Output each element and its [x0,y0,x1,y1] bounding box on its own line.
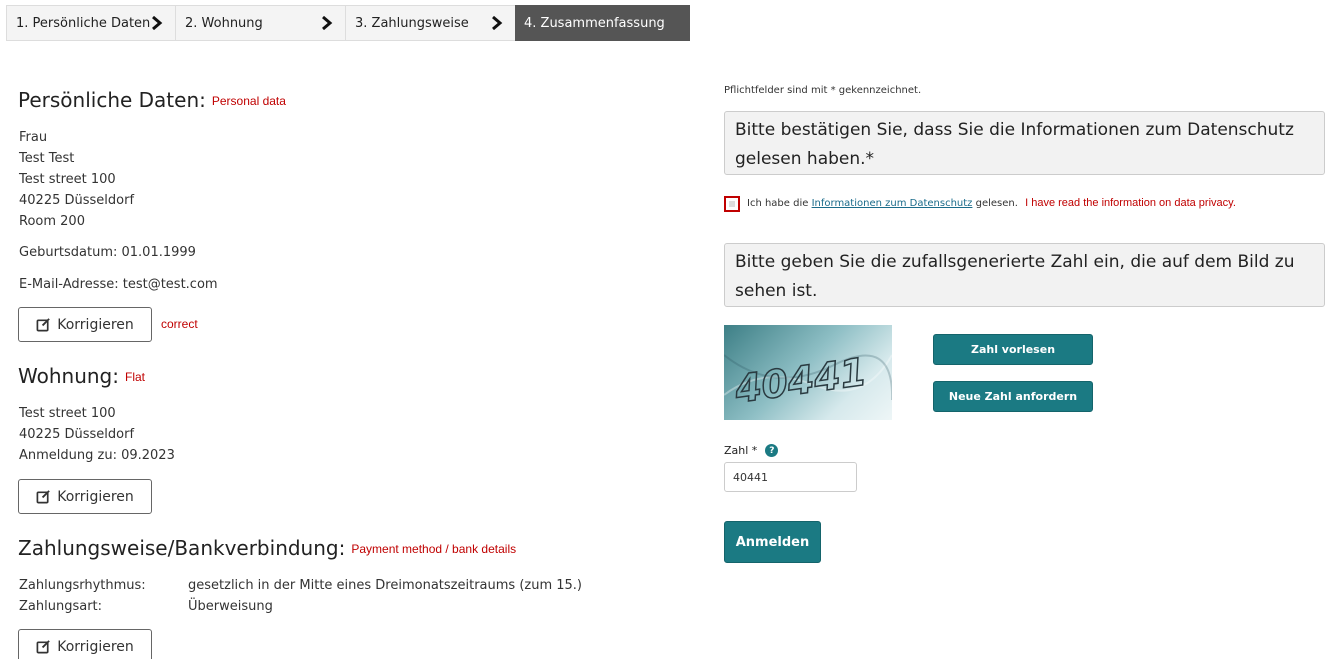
step-flat[interactable]: 2. Wohnung [175,5,345,41]
correct-personal-button[interactable]: Korrigieren [18,307,152,342]
annotation-text: Flat [124,370,145,384]
street: Test street 100 [19,172,116,187]
chevron-right-icon [492,16,503,30]
correct-annotation: correct [161,317,198,331]
annotation-text: Payment method / bank details [351,542,517,556]
payment-rhythm-label: Zahlungsrhythmus: [19,578,146,593]
read-number-aloud-button[interactable]: Zahl vorlesen [933,334,1093,365]
label-text: Zahl * [724,444,758,457]
email: E-Mail-Adresse: test@test.com [19,277,218,292]
step-label: 4. Zusammenfassung [524,15,665,31]
flat-heading: Wohnung: Flat [18,364,145,388]
privacy-info-link[interactable]: Informationen zum Datenschutz [812,198,973,209]
new-number-button[interactable]: Neue Zahl anfordern [933,381,1093,412]
privacy-info-box: Bitte bestätigen Sie, dass Sie die Infor… [724,111,1325,175]
button-label: Korrigieren [57,488,134,505]
step-label: 1. Persönliche Daten [16,15,151,31]
register-submit-button[interactable]: Anmelden [724,521,821,563]
room: Room 200 [19,214,85,229]
privacy-checkbox-label: Ich habe die Informationen zum Datenschu… [747,197,1236,209]
required-fields-note: Pflichtfelder sind mit * gekennzeichnet. [724,85,922,96]
payment-heading: Zahlungsweise/Bankverbindung: Payment met… [18,536,516,560]
label-prefix: Ich habe die [747,198,809,209]
heading-text: Wohnung: [18,364,119,388]
help-icon[interactable]: ? [765,444,779,457]
step-label: 3. Zahlungsweise [355,15,469,31]
captcha-info-box: Bitte geben Sie die zufallsgenerierte Za… [724,243,1325,307]
chevron-right-icon [152,16,163,30]
privacy-checkbox[interactable] [724,196,740,212]
street: Test street 100 [19,406,116,421]
registration-date: Anmeldung zu: 09.2023 [19,448,175,463]
payment-rhythm-value: gesetzlich in der Mitte eines Dreimonats… [188,578,582,593]
annotation-text: Personal data [211,94,286,108]
number-field-label: Zahl * ? [724,444,779,457]
button-label: Korrigieren [57,638,134,655]
address-block: Frau Test Test Test street 100 40225 Düs… [19,127,134,232]
city: 40225 Düsseldorf [19,427,135,442]
captcha-number-input[interactable] [724,462,857,492]
chevron-right-icon [322,16,333,30]
privacy-annotation: I have read the information on data priv… [1025,197,1236,209]
salutation: Frau [19,130,48,145]
full-name: Test Test [19,151,75,166]
payment-type-value: Überweisung [188,599,273,614]
step-label: 2. Wohnung [185,15,263,31]
label-suffix: gelesen. [975,198,1018,209]
flat-address-block: Test street 100 40225 Düsseldorf Anmeldu… [19,403,175,466]
correct-payment-button[interactable]: Korrigieren [18,629,152,659]
captcha-text: 40441 [731,350,869,412]
captcha-graphic: 40441 [724,349,892,412]
edit-icon [36,490,51,504]
step-navigation: 1. Persönliche Daten 2. Wohnung 3. Zahlu… [6,5,690,41]
step-payment[interactable]: 3. Zahlungsweise [345,5,515,41]
heading-text: Zahlungsweise/Bankverbindung: [18,536,346,560]
payment-type-label: Zahlungsart: [19,599,103,614]
personal-data-heading: Persönliche Daten: Personal data [18,88,286,112]
heading-text: Persönliche Daten: [18,88,206,112]
birthdate: Geburtsdatum: 01.01.1999 [19,245,196,260]
step-summary[interactable]: 4. Zusammenfassung [515,5,690,41]
step-personal-data[interactable]: 1. Persönliche Daten [6,5,175,41]
correct-flat-button[interactable]: Korrigieren [18,479,152,514]
city: 40225 Düsseldorf [19,193,135,208]
edit-icon [36,640,51,654]
button-label: Korrigieren [57,316,134,333]
captcha-image: 40441 [724,325,892,420]
edit-icon [36,318,51,332]
